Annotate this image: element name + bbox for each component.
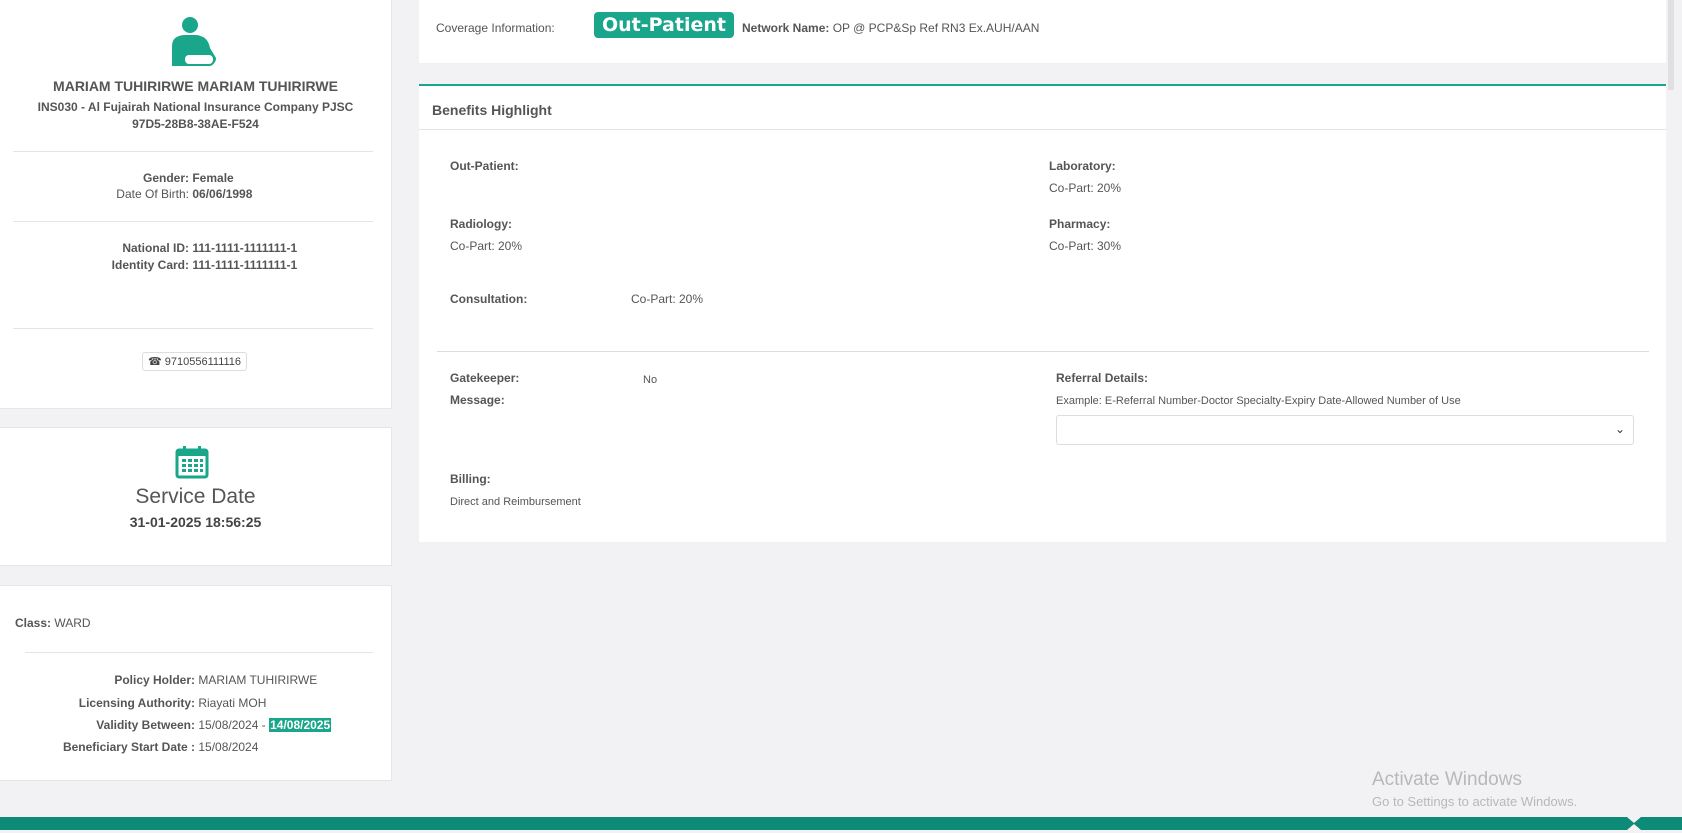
- activate-windows-title: Activate Windows: [1372, 769, 1522, 790]
- network-label: Network Name:: [742, 21, 830, 35]
- validity-label: Validity Between:: [96, 718, 195, 732]
- radiology-label: Radiology:: [450, 217, 512, 231]
- patient-icon: [172, 17, 216, 66]
- footer-bar: [0, 817, 1682, 830]
- coverage-label: Coverage Information:: [436, 21, 555, 35]
- benefits-title: Benefits Highlight: [432, 102, 552, 118]
- benefits-card: Benefits Highlight Out-Patient: Laborato…: [419, 84, 1666, 542]
- service-datetime: 31-01-2025 18:56:25: [129, 514, 262, 530]
- consultation-label: Consultation:: [450, 292, 528, 306]
- policy-holder: MARIAM TUHIRIRWE: [198, 673, 318, 687]
- activate-windows-sub: Go to Settings to activate Windows.: [1372, 794, 1578, 809]
- licensing-authority: Riayati MOH: [198, 696, 267, 710]
- class-value: WARD: [54, 616, 91, 630]
- billing-label: Billing:: [450, 472, 491, 486]
- coverage-card: Coverage Information: Out-Patient Networ…: [419, 0, 1666, 63]
- referral-label: Referral Details:: [1056, 371, 1149, 385]
- phone-badge[interactable]: ☎ 9710556111116: [142, 352, 248, 371]
- gender-label: Gender:: [142, 171, 189, 185]
- beneficiary-start: 15/08/2024: [198, 740, 259, 754]
- national-id: 111-1111-1111111-1: [192, 241, 298, 255]
- policy-holder-label: Policy Holder:: [114, 673, 195, 687]
- calendar-icon: [175, 446, 209, 479]
- member-name: MARIAM TUHIRIRWE MARIAM TUHIRIRWE: [53, 78, 338, 94]
- message-label: Message:: [450, 393, 505, 407]
- radiology-value: Co-Part: 20%: [450, 239, 523, 253]
- gatekeeper-label: Gatekeeper:: [450, 371, 520, 385]
- laboratory-value: Co-Part: 20%: [1049, 181, 1122, 195]
- validity-from: 15/08/2024: [198, 718, 259, 732]
- gender: Female: [192, 171, 234, 185]
- referral-select[interactable]: ⌄: [1056, 415, 1634, 445]
- scrollbar[interactable]: [1668, 0, 1674, 90]
- dob-label: Date Of Birth:: [116, 187, 189, 201]
- member-id: 97D5-28B8-38AE-F524: [132, 117, 259, 131]
- pharmacy-value: Co-Part: 30%: [1049, 239, 1122, 253]
- footer-notch: [1627, 817, 1641, 823]
- gatekeeper-value: No: [643, 374, 658, 386]
- footer-notch-bottom: [1627, 824, 1641, 830]
- national-id-label: National ID:: [122, 241, 189, 255]
- consultation-value: Co-Part: 20%: [631, 292, 704, 306]
- network-name: OP @ PCP&Sp Ref RN3 Ex.AUH/AAN: [832, 21, 1040, 35]
- beneficiary-start-label: Beneficiary Start Date :: [62, 740, 195, 754]
- coverage-type-badge: Out-Patient: [594, 12, 734, 38]
- dob: 06/06/1998: [192, 187, 253, 201]
- service-date-title: Service Date: [135, 485, 256, 508]
- phone-number: 9710556111116: [164, 356, 242, 368]
- insurer: INS030 - Al Fujairah National Insurance …: [37, 100, 354, 114]
- member-card: MARIAM TUHIRIRWE MARIAM TUHIRIRWE INS030…: [0, 0, 392, 409]
- billing-value: Direct and Reimbursement: [450, 496, 581, 508]
- phone-icon: ☎: [148, 356, 162, 368]
- service-date-card: Service Date 31-01-2025 18:56:25: [0, 427, 392, 566]
- chevron-down-icon: ⌄: [1614, 422, 1625, 436]
- referral-example: Example: E-Referral Number-Doctor Specia…: [1056, 395, 1461, 407]
- policy-card: Class: WARD Policy Holder: MARIAM TUHIRI…: [0, 585, 392, 781]
- laboratory-label: Laboratory:: [1049, 159, 1116, 173]
- licensing-authority-label: Licensing Authority:: [78, 696, 195, 710]
- outpatient-label: Out-Patient:: [450, 159, 519, 173]
- pharmacy-label: Pharmacy:: [1049, 217, 1111, 231]
- validity-to: 14/08/2025: [269, 718, 332, 732]
- class-label: Class:: [15, 616, 52, 630]
- validity-separator: -: [261, 718, 266, 732]
- identity-card: 111-1111-1111111-1: [192, 258, 298, 272]
- identity-card-label: Identity Card:: [111, 258, 189, 272]
